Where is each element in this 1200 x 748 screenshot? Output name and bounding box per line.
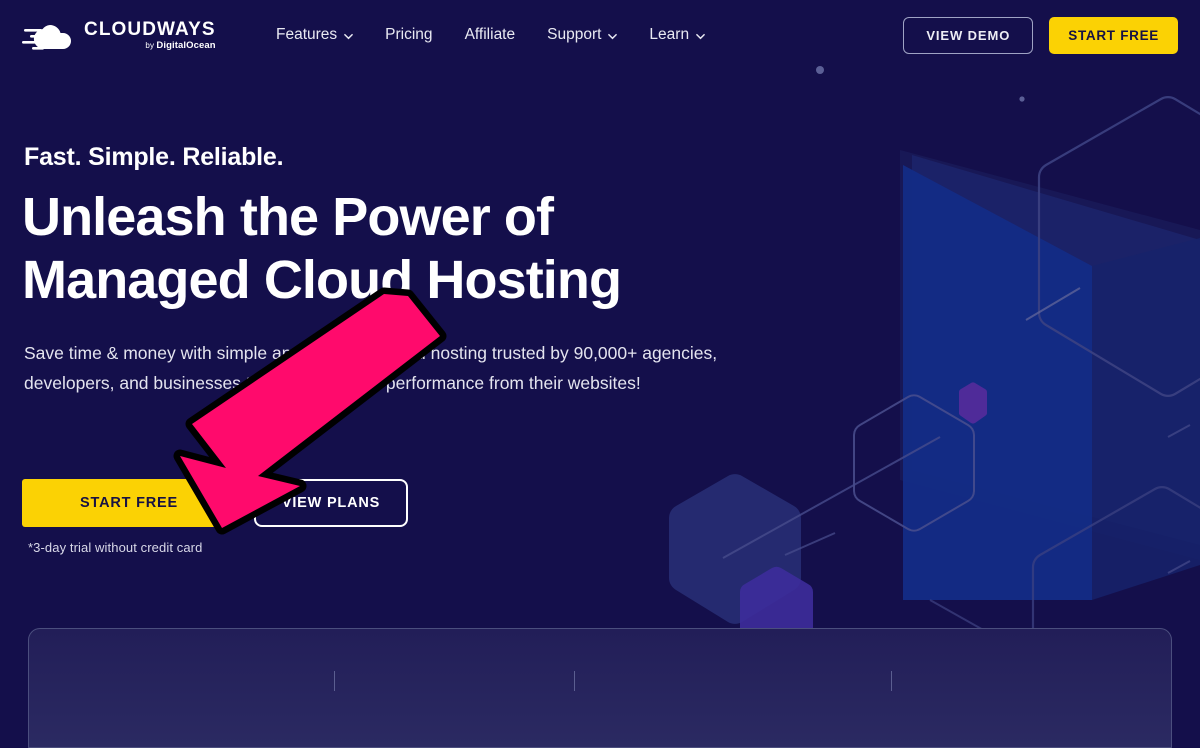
hero-description: Save time & money with simple and manage…: [24, 343, 718, 394]
speed-cloud-icon: [22, 25, 71, 50]
view-demo-button[interactable]: VIEW DEMO: [903, 16, 1034, 54]
primary-navigation: Features Pricing Affiliate Support Learn: [260, 18, 721, 52]
bottom-stats-card: [28, 628, 1172, 748]
nav-label: Pricing: [385, 26, 433, 43]
nav-item-features[interactable]: Features: [260, 18, 369, 52]
brand-parent: by DigitalOcean: [84, 41, 216, 51]
card-divider: [574, 671, 575, 691]
chevron-down-icon: [344, 33, 353, 39]
hero-view-plans-button[interactable]: VIEW PLANS: [254, 479, 408, 527]
brand-by-prefix: by: [145, 40, 157, 50]
hero-start-free-button[interactable]: START FREE: [22, 479, 236, 527]
brand-logo[interactable]: CLOUDWAYS by DigitalOcean: [22, 18, 216, 52]
hero-trial-note: *3-day trial without credit card: [28, 540, 203, 555]
brand-name: CLOUDWAYS: [84, 18, 216, 40]
nav-item-pricing[interactable]: Pricing: [369, 18, 448, 52]
brand-wordmark: CLOUDWAYS by DigitalOcean: [84, 20, 216, 51]
header-start-free-button[interactable]: START FREE: [1049, 16, 1178, 54]
chevron-down-icon: [696, 33, 705, 39]
nav-item-support[interactable]: Support: [531, 18, 633, 52]
nav-label: Features: [276, 26, 338, 43]
hero-title: Unleash the Power of Managed Cloud Hosti…: [22, 187, 622, 310]
hero-section: Fast. Simple. Reliable. Unleash the Powe…: [0, 0, 1200, 600]
site-header: CLOUDWAYS by DigitalOcean Features Prici…: [0, 0, 1200, 70]
hero-cta-row: START FREE VIEW PLANS: [22, 479, 408, 527]
nav-label: Affiliate: [464, 26, 516, 43]
header-actions: VIEW DEMO START FREE: [903, 16, 1178, 54]
card-divider: [891, 671, 892, 691]
nav-item-learn[interactable]: Learn: [633, 18, 721, 52]
hero-eyebrow: Fast. Simple. Reliable.: [24, 143, 284, 171]
chevron-down-icon: [608, 33, 618, 39]
nav-label: Support: [547, 26, 602, 43]
nav-label: Learn: [649, 26, 690, 43]
nav-item-affiliate[interactable]: Affiliate: [449, 18, 532, 52]
brand-parent-name: DigitalOcean: [156, 39, 216, 51]
card-divider: [334, 671, 335, 691]
